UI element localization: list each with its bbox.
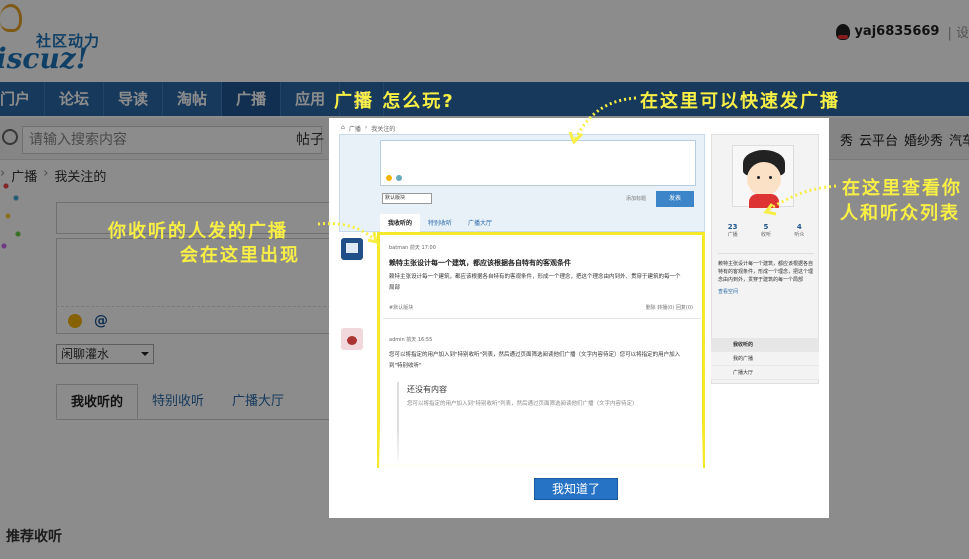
dialog-main: 默认版块 添加标题 发表 我收听的 特别收听 广播大厅 batman 前天 17… <box>339 134 705 474</box>
user-bio: 赖特主张设计每一个建筑，都应该根据各自特有的客观条件，形成一个理念，把这个理念由… <box>718 253 814 296</box>
divider <box>383 318 701 319</box>
side-menu-following: 我收听的 <box>711 338 819 352</box>
dialog-post-form: 默认版块 添加标题 发表 我收听的 特别收听 广播大厅 <box>339 134 705 233</box>
dialog-tabs: 我收听的 特别收听 广播大厅 <box>380 214 500 233</box>
annotation-feed: 你收听的人发的广播 <box>108 221 288 242</box>
tutorial-heading: 广播 怎么玩? <box>334 91 455 112</box>
user-bio-text: 赖特主张设计每一个建筑，都应该根据各自特有的客观条件，形成一个理念，把这个理念由… <box>718 261 814 283</box>
stat-num: 23 <box>727 223 738 231</box>
dialog-tab-special: 特别收听 <box>428 220 453 227</box>
stat-label: 收听 <box>760 232 771 238</box>
stat-following: 5 收听 <box>761 223 771 238</box>
home-icon: ⌂ <box>341 124 345 131</box>
dialog-tab-hall: 广播大厅 <box>468 220 493 227</box>
dialog-breadcrumb-item: 我关注的 <box>371 126 396 133</box>
dialog-tab-following: 我收听的 <box>380 214 421 233</box>
annotation-post: 在这里可以快速发广播 <box>640 91 840 112</box>
feed-actions: 删除 转播(0) 回复(0) <box>645 305 693 311</box>
side-menu-my-broadcast: 我的广播 <box>711 352 819 366</box>
dialog-side-menu: 我收听的 我的广播 广播大厅 <box>711 338 819 380</box>
feed-text: 您可以将指定的用户加入到"特别收听"列表，然后通过页面筛选阅读他们广播（文字内容… <box>389 352 681 369</box>
feed-meta: admin 前天 16:55 <box>389 337 433 343</box>
avatar <box>341 328 363 350</box>
dialog-breadcrumb-item: 广播 <box>348 126 361 133</box>
feed-footer: #默认版块 删除 转播(0) 回复(0) <box>389 304 693 311</box>
dialog-board-select: 默认版块 <box>382 193 432 204</box>
stat-num: 4 <box>796 223 802 231</box>
smiley-icon <box>386 175 392 181</box>
annotation-sidebar: 在这里查看你 <box>842 178 962 199</box>
tutorial-dialog: ⌂ 广播 › 我关注的 默认版块 添加标题 发表 我收听的 特别收听 广播大厅 … <box>329 118 829 518</box>
stat-followers: 4 听众 <box>794 223 804 238</box>
avatar <box>341 238 363 260</box>
feed-meta: batman 前天 17:00 <box>389 245 436 251</box>
quote-text: 您可以将指定的用户加入到"特别收听"列表，然后通过页面筛选阅读他们广播（文字内容… <box>407 401 638 407</box>
stat-label: 广播 <box>727 232 738 238</box>
dialog-publish-button: 发表 <box>656 191 694 207</box>
side-menu-hall: 广播大厅 <box>711 366 819 380</box>
dialog-feed: batman 前天 17:00 赖特主张设计每一个建筑，都应该根据各自特有的客观… <box>339 232 705 474</box>
feed-board: #默认版块 <box>389 305 414 311</box>
dialog-add-title: 添加标题 <box>626 196 647 202</box>
dialog-breadcrumb: ⌂ 广播 › 我关注的 <box>341 124 395 133</box>
stat-label: 听众 <box>794 232 805 238</box>
at-mention-icon <box>396 175 402 181</box>
dialog-post-textarea <box>380 140 696 186</box>
view-space-link: 查看空间 <box>718 289 739 295</box>
got-it-button[interactable]: 我知道了 <box>534 478 618 500</box>
stat-num: 5 <box>763 223 769 231</box>
chevron-right-icon: › <box>364 124 368 131</box>
annotation-sidebar: 人和听众列表 <box>840 203 960 224</box>
feed-text: 赖特主张设计每一个建筑，都应该根据各自特有的客观条件，形成一个理念，把这个理念由… <box>389 274 681 291</box>
user-stats: 23 广播 5 收听 4 听众 <box>716 223 816 238</box>
quote-title: 还没有内容 <box>407 385 447 394</box>
fade-out <box>379 428 703 468</box>
feed-title: 赖特主张设计每一个建筑，都应该根据各自特有的客观条件 <box>389 259 571 267</box>
annotation-feed: 会在这里出现 <box>180 245 300 266</box>
dialog-post-tools <box>386 175 402 181</box>
stat-broadcast: 23 广播 <box>728 223 738 238</box>
avatar <box>732 145 794 208</box>
